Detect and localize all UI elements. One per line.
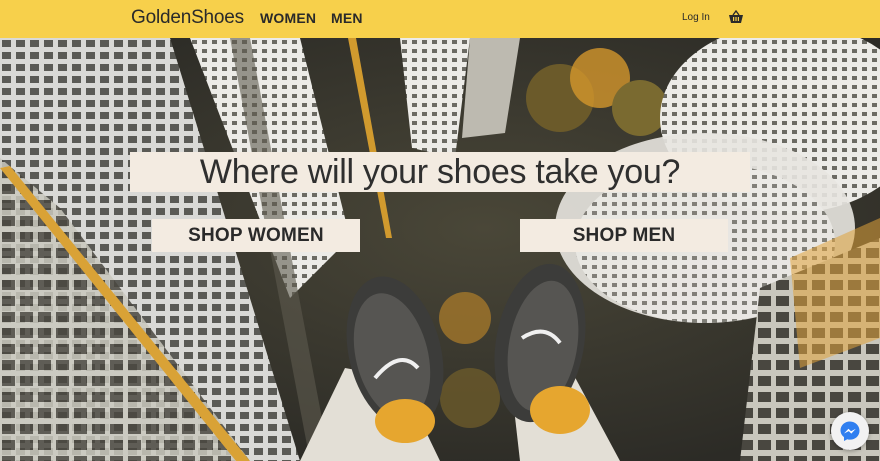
top-navbar: GoldenShoes WOMEN MEN Log In: [0, 0, 880, 38]
shop-women-label: SHOP WOMEN: [188, 224, 324, 246]
nav-men-link[interactable]: MEN: [331, 10, 363, 26]
messenger-icon: [840, 421, 860, 441]
shop-men-label: SHOP MEN: [572, 224, 676, 246]
shop-men-button[interactable]: SHOP MEN: [520, 219, 728, 252]
login-link[interactable]: Log In: [682, 12, 710, 23]
hero-banner: [0, 38, 880, 461]
shop-women-button[interactable]: SHOP WOMEN: [152, 219, 360, 252]
messenger-chat-button[interactable]: [831, 412, 869, 450]
hero-background-image: [0, 38, 880, 461]
shopping-basket-icon[interactable]: [728, 9, 744, 24]
brand-logo[interactable]: GoldenShoes: [131, 7, 244, 29]
headline-banner: Where will your shoes take you?: [130, 152, 750, 192]
hero-headline: Where will your shoes take you?: [199, 152, 681, 191]
nav-women-link[interactable]: WOMEN: [260, 10, 316, 26]
